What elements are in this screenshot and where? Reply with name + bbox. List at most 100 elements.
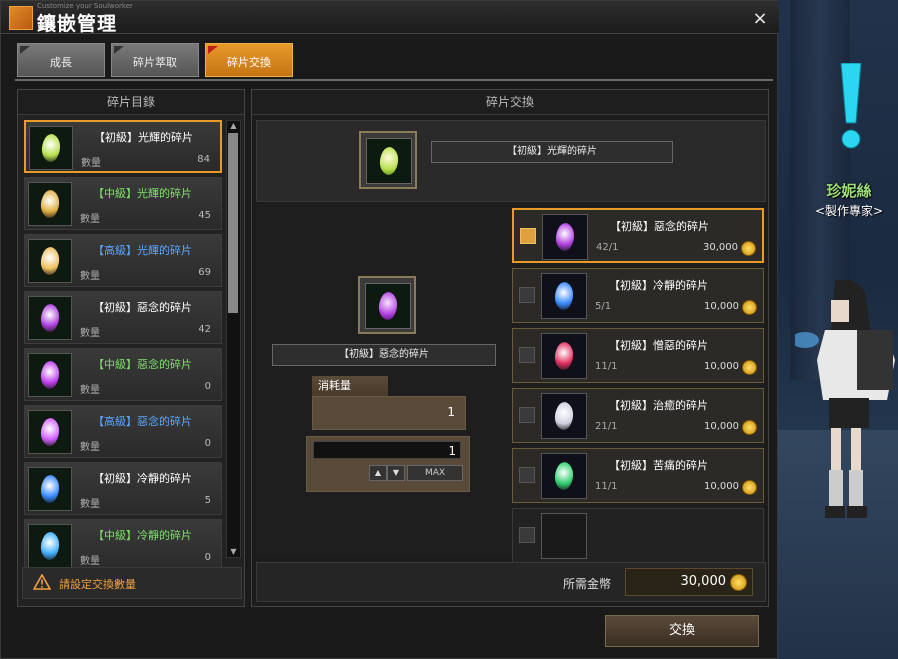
empty-thumb (541, 513, 587, 559)
quantity-input[interactable]: 1 (313, 441, 461, 459)
exchange-button[interactable]: 交換 (605, 615, 759, 647)
fragment-name: 【中級】光輝的碎片 (93, 187, 192, 200)
fragment-qty-label: 數量 (80, 328, 100, 339)
fragment-list-item[interactable]: 【初級】惡念的碎片 數量 42 (24, 291, 222, 344)
target-gem-icon (372, 289, 404, 323)
fragment-name: 【初級】冷靜的碎片 (93, 472, 192, 485)
fragment-thumb (28, 467, 72, 511)
fragment-list-item[interactable]: 【高級】光輝的碎片 數量 69 (24, 234, 222, 287)
fragment-qty-label: 數量 (80, 442, 100, 453)
target-fragment-row[interactable]: 【初級】惡念的碎片 42/1 30,000 (512, 208, 764, 263)
fragment-thumb (28, 239, 72, 283)
fragment-qty: 0 (204, 381, 211, 392)
scroll-thumb[interactable] (228, 133, 238, 313)
target-thumb (542, 214, 588, 260)
target-checkbox[interactable] (519, 407, 535, 423)
npc-character[interactable] (795, 280, 898, 530)
window-title: 鑲嵌管理 (37, 13, 118, 35)
scroll-up-icon[interactable]: ▲ (227, 121, 240, 131)
source-slot[interactable] (359, 131, 417, 189)
empty-target-slot (512, 508, 764, 563)
warning-bar: 請設定交換數量 (22, 567, 242, 599)
gold-coin-icon (742, 420, 757, 435)
quantity-stepper: 1 ▲ ▼ MAX (306, 436, 470, 492)
fragment-gem-icon (35, 131, 67, 165)
target-fragment-row[interactable]: 【初級】冷靜的碎片 5/1 10,000 (512, 268, 764, 323)
fragment-gem-icon (34, 244, 66, 278)
target-ratio: 42/1 (596, 242, 619, 253)
target-fragment-row[interactable]: 【初級】苦痛的碎片 11/1 10,000 (512, 448, 764, 503)
gold-coin-icon (742, 480, 757, 495)
scroll-down-icon[interactable]: ▼ (227, 547, 240, 557)
gold-cost-row: 所需金幣 30,000 (256, 562, 766, 602)
fragment-exchange-panel: 碎片交換 【初級】光輝的碎片 【初級】惡念的碎片 消耗量 1 1 ▲ ▼ MAX… (251, 89, 769, 607)
fragment-gem-icon (34, 472, 66, 506)
target-checkbox[interactable] (520, 228, 536, 244)
fragment-qty: 0 (204, 552, 211, 563)
target-thumb (541, 333, 587, 379)
target-fragment-name: 【初級】冷靜的碎片 (609, 279, 708, 292)
target-thumb (541, 393, 587, 439)
gold-coin-icon (742, 300, 757, 315)
consume-amount-box: 1 (312, 396, 466, 430)
window-logo-icon (9, 6, 33, 30)
fragment-name: 【高級】惡念的碎片 (93, 415, 192, 428)
quest-exclamation-icon[interactable] (838, 63, 864, 151)
target-cost: 30,000 (703, 242, 738, 253)
target-thumb (541, 273, 587, 319)
exchange-header: 碎片交換 (252, 90, 768, 115)
fragment-list-item[interactable]: 【高級】惡念的碎片數量 0 (24, 405, 222, 458)
fragment-name: 【中級】惡念的碎片 (93, 358, 192, 371)
gold-cost-box: 30,000 (625, 568, 753, 596)
close-button[interactable]: × (751, 10, 769, 28)
increase-icon[interactable]: ▲ (369, 465, 387, 481)
fragment-list-item[interactable]: 【初級】光輝的碎片數量 84 (24, 120, 222, 173)
fragment-list-item[interactable]: 【初級】冷靜的碎片數量 5 (24, 462, 222, 515)
tab-growth[interactable]: 成長 (17, 43, 105, 77)
fragment-qty: 45 (198, 210, 211, 221)
gold-coin-icon (741, 241, 756, 256)
fragment-qty: 84 (197, 154, 210, 165)
target-gem-icon (548, 459, 580, 493)
fragment-gem-icon (34, 529, 66, 563)
fragment-list-item[interactable]: 【中級】冷靜的碎片 數量 0 (24, 519, 222, 572)
title-bar[interactable]: Customize your Soulworker 鑲嵌管理 × (1, 1, 779, 35)
source-gem-thumb (366, 138, 412, 184)
target-checkbox[interactable] (519, 347, 535, 363)
tab-exchange[interactable]: 碎片交換 (205, 43, 293, 77)
target-checkbox[interactable] (519, 467, 535, 483)
fragment-thumb (28, 410, 72, 454)
target-fragment-row[interactable]: 【初級】治癒的碎片 21/1 10,000 (512, 388, 764, 443)
gold-coin-icon (730, 574, 747, 591)
fragment-list-item[interactable]: 【中級】惡念的碎片數量 0 (24, 348, 222, 401)
fragment-qty-label: 數量 (81, 158, 101, 169)
fragment-qty-label: 數量 (80, 385, 100, 396)
catalog-header: 碎片目錄 (18, 90, 244, 115)
target-checkbox[interactable] (519, 287, 535, 303)
exchange-area: 【初級】惡念的碎片 消耗量 1 1 ▲ ▼ MAX 【初級】惡念的碎片 42/1 3… (256, 204, 764, 563)
target-gem-icon (548, 399, 580, 433)
fragment-thumb (29, 126, 73, 170)
fragment-manager-window: Customize your Soulworker 鑲嵌管理 × 成長 碎片萃取… (0, 0, 779, 659)
target-slot[interactable] (358, 276, 416, 334)
fragment-qty: 5 (204, 495, 211, 506)
fragment-list-item[interactable]: 【中級】光輝的碎片 數量 45 (24, 177, 222, 230)
tab-extract[interactable]: 碎片萃取 (111, 43, 199, 77)
npc-title: <製作專家> (814, 204, 884, 218)
warning-text: 請設定交換數量 (59, 578, 136, 591)
fragment-qty-label: 數量 (80, 271, 100, 282)
fragment-name: 【初級】光輝的碎片 (94, 131, 193, 144)
target-checkbox (519, 527, 535, 543)
target-ratio: 21/1 (595, 421, 618, 432)
target-fragment-row[interactable]: 【初級】憎惡的碎片 11/1 10,000 (512, 328, 764, 383)
fragment-thumb (28, 524, 72, 568)
fragment-qty-label: 數量 (80, 499, 100, 510)
max-button[interactable]: MAX (407, 465, 463, 481)
fragment-qty: 0 (204, 438, 211, 449)
fragment-gem-icon (34, 358, 66, 392)
target-gem-icon (548, 339, 580, 373)
source-area: 【初級】光輝的碎片 (256, 120, 766, 202)
catalog-scrollbar[interactable]: ▲ ▼ (226, 120, 241, 558)
decrease-icon[interactable]: ▼ (387, 465, 405, 481)
fragment-gem-icon (34, 415, 66, 449)
